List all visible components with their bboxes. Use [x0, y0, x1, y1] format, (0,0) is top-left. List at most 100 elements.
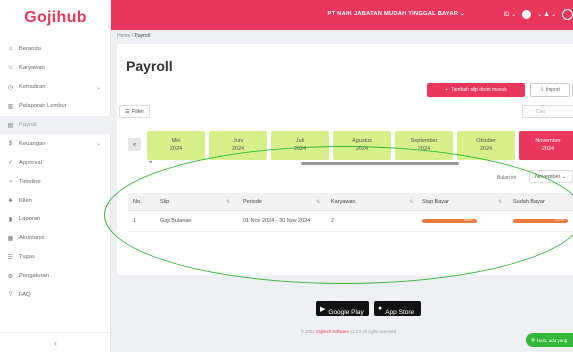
home-icon: ⌂ — [8, 46, 13, 53]
col-karyawan[interactable]: Karyawan — [331, 193, 355, 210]
col-no: No. — [133, 198, 142, 205]
sidebar-item-label: Timeline — [19, 178, 41, 185]
sidebar-nav: ⌂ Beranda ☺ Karyawan ◷ Kehadiran ⌄ ▥ Pelapora… — [0, 40, 111, 304]
report-icon: ▮ — [8, 216, 13, 223]
month-filter-label: Bulan ini — [497, 175, 517, 181]
cell-karyawan: 2 — [331, 218, 335, 224]
search-input[interactable]: Cari — [522, 105, 573, 118]
sort-icon[interactable]: ⇅ — [498, 193, 502, 210]
sidebar-item-keuangan[interactable]: $ Keuangan ⌄ — [0, 134, 111, 153]
company-selector[interactable]: PT NAIK JABATAN MUDAH TINGGAL BAYAR ⌄ — [328, 11, 465, 17]
approval-icon: ✓ — [7, 160, 14, 167]
col-siap-bayar[interactable]: Siap Bayar — [422, 193, 449, 210]
brand-link[interactable]: Gojitech Software — [316, 329, 349, 334]
sidebar-item-label: Laporan — [19, 216, 41, 223]
filter-button[interactable]: ☰ Filter — [119, 105, 150, 118]
payroll-icon: ▤ — [7, 122, 14, 129]
month-filter-select[interactable]: November ⌄ — [529, 170, 573, 183]
settings-icon: ⚙ — [7, 273, 14, 280]
sidebar-item-akuntansi[interactable]: ▦ Akuntansi — [0, 229, 111, 248]
month-tab-agustus[interactable]: Agustus 2024 — [333, 131, 391, 160]
footer: ▶ GET IT ON Google Play ● Download on the… — [117, 284, 573, 352]
sidebar-item-label: Pengaturan — [19, 273, 49, 280]
sidebar-item-label: Tugas — [19, 254, 35, 261]
chart-icon: ▥ — [7, 103, 14, 110]
siap-bayar-progress: 100% — [422, 219, 477, 223]
breadcrumb-home[interactable]: Home — [117, 33, 130, 39]
month-tab-mei[interactable]: Mei 2024 — [147, 131, 205, 160]
sidebar-item-timeline[interactable]: ⌁ Timeline — [0, 172, 111, 191]
sort-icon[interactable]: ⇅ — [316, 193, 320, 210]
month-tab-juli[interactable]: Juli 2024 — [271, 131, 329, 160]
sidebar-item-label: Pelaporan Lembur — [19, 103, 67, 110]
app-logo[interactable]: Gojihub — [0, 0, 111, 36]
create-slip-button[interactable]: + Tambah slip disini masuk — [427, 83, 525, 97]
sidebar: Gojihub ⌂ Beranda ☺ Karyawan ◷ Kehadiran ⌄ ▥… — [0, 0, 111, 352]
users-icon: ☺ — [7, 65, 14, 72]
chat-icon: ◍ — [531, 337, 535, 342]
chevron-down-icon: ⌄ — [95, 84, 101, 91]
google-play-badge[interactable]: ▶ GET IT ON Google Play — [316, 298, 369, 316]
sidebar-item-pengaturan[interactable]: ⚙ Pengaturan — [0, 267, 111, 286]
month-tab-juni[interactable]: Juni 2024 — [209, 131, 267, 160]
month-tab-oktober[interactable]: Oktober 2024 — [457, 131, 515, 160]
apple-icon: ● — [378, 305, 383, 312]
sidebar-item-beranda[interactable]: ⌂ Beranda — [0, 40, 111, 59]
collapse-sidebar-button[interactable]: ‹ — [0, 332, 111, 352]
sidebar-item-approval[interactable]: ✓ Approval — [0, 153, 111, 172]
notification-icon[interactable] — [522, 10, 532, 19]
cell-no: 1 — [133, 218, 137, 224]
sidebar-item-label: Kehadiran — [19, 84, 46, 91]
sidebar-item-label: Keuangan — [19, 140, 46, 147]
chat-widget[interactable]: ◍ Halo, ada yang — [526, 333, 573, 347]
month-prev-button[interactable]: « — [128, 138, 141, 151]
import-button[interactable]: ⇩ Import — [530, 83, 570, 97]
sidebar-item-karyawan[interactable]: ☺ Karyawan — [0, 59, 111, 78]
sidebar-item-label: Karyawan — [19, 65, 45, 72]
client-icon: ♣ — [8, 197, 13, 204]
table-header: No. Slip ⇅ Periode ⇅ Karyawan ⇅ Siap Bay… — [128, 193, 573, 211]
cell-slip[interactable]: Gaji Bulanan — [160, 211, 192, 231]
sidebar-item-pelaporan-lembur[interactable]: ▥ Pelaporan Lembur — [0, 97, 111, 116]
breadcrumb: Home / Payroll — [117, 33, 150, 39]
sidebar-item-klien[interactable]: ♣ Klien — [0, 191, 111, 210]
table-row[interactable]: 1 Gaji Bulanan 01 Nov 2024 - 30 Nov 2024… — [128, 211, 573, 232]
sidebar-item-payroll[interactable]: ▤ Payroll — [0, 115, 111, 135]
scroll-thumb[interactable] — [301, 162, 459, 165]
top-bar: PT NAIK JABATAN MUDAH TINGGAL BAYAR ⌄ ID… — [111, 0, 573, 30]
user-menu-icon[interactable]: ⌄ ♟ ⌄ — [537, 11, 556, 18]
sort-icon[interactable]: ⇅ — [409, 193, 413, 210]
month-tab-september[interactable]: September 2024 — [395, 131, 453, 160]
clock-icon: ◷ — [7, 84, 14, 91]
col-sudah-bayar[interactable]: Sudah Bayar — [513, 193, 545, 210]
profile-avatar[interactable] — [562, 9, 573, 20]
filter-icon: ☰ — [124, 108, 130, 115]
sidebar-item-tugas[interactable]: ☰ Tugas — [0, 248, 111, 267]
sidebar-item-label: Akuntansi — [19, 235, 45, 242]
play-icon: ▶ — [320, 305, 326, 313]
language-selector[interactable]: ID ⌄ — [504, 11, 517, 18]
sidebar-item-faq[interactable]: ? FAQ — [0, 286, 111, 305]
page-title: Payroll — [126, 58, 173, 74]
sidebar-item-kehadiran[interactable]: ◷ Kehadiran ⌄ — [0, 78, 111, 97]
chevron-left-icon: ‹ — [54, 337, 57, 348]
scroll-left-icon[interactable]: ◂ — [149, 159, 152, 165]
sudah-bayar-progress: 100% — [513, 219, 568, 223]
sidebar-item-label: Payroll — [19, 122, 37, 128]
col-slip[interactable]: Slip — [160, 193, 169, 210]
sidebar-item-laporan[interactable]: ▮ Laporan — [0, 210, 111, 229]
app-store-badge[interactable]: ● Download on the App Store — [374, 298, 421, 316]
top-tools: ID ⌄ ⌄ ♟ ⌄ — [504, 9, 573, 20]
finance-icon: $ — [8, 140, 13, 147]
sidebar-item-label: Beranda — [19, 46, 41, 53]
sort-icon[interactable]: ⇅ — [226, 193, 230, 210]
month-tab-november[interactable]: November 2024 — [519, 131, 573, 160]
sidebar-item-label: FAQ — [19, 292, 31, 299]
plus-icon: + — [445, 87, 449, 93]
sidebar-item-label: Approval — [19, 159, 42, 166]
help-icon: ? — [8, 292, 13, 299]
month-scrollbar[interactable]: ◂ — [147, 159, 573, 165]
breadcrumb-current: Payroll — [134, 33, 150, 39]
copyright: © 2024 Gojitech Software v1.2.0 All righ… — [301, 329, 396, 334]
col-periode[interactable]: Periode — [243, 193, 262, 210]
